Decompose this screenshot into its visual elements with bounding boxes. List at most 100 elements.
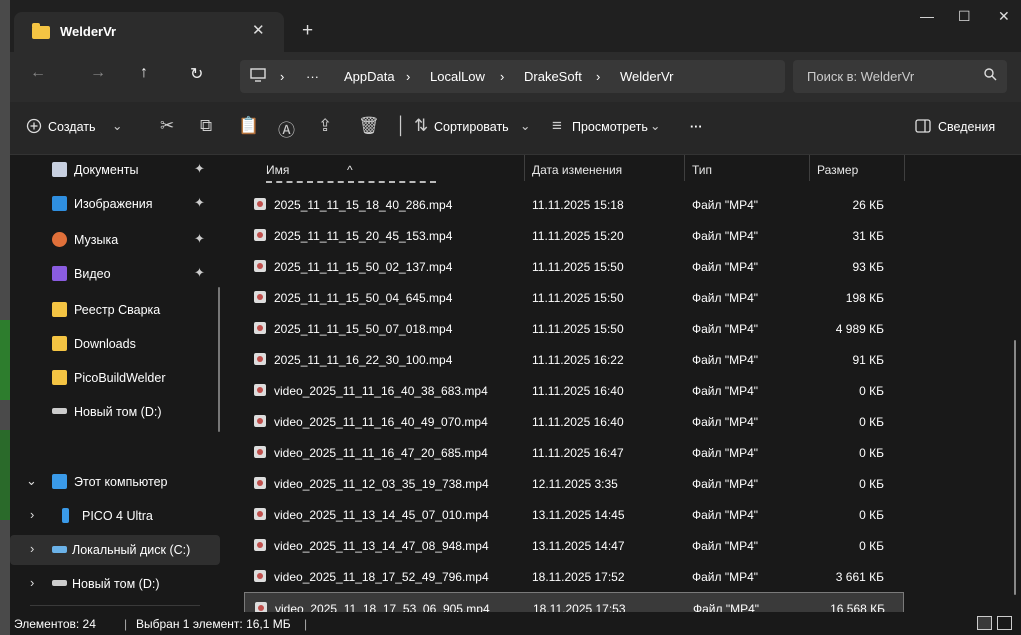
refresh-button[interactable]: ↻ (190, 64, 203, 84)
file-size: 4 989 КБ (835, 322, 884, 336)
view-button[interactable]: Просмотреть (572, 120, 648, 134)
file-date: 11.11.2025 15:50 (532, 291, 624, 305)
video-file-icon (254, 322, 266, 334)
details-view-button[interactable] (977, 616, 992, 630)
search-icon[interactable] (983, 67, 997, 84)
sort-ascending-icon: ^ (347, 163, 353, 177)
pictures-icon (52, 196, 67, 211)
search-input[interactable]: Поиск в: WelderVr (793, 60, 1007, 93)
file-row[interactable]: 2025_11_11_15_50_07_018.mp4 11.11.2025 15… (244, 313, 904, 343)
file-type: Файл "MP4" (692, 384, 759, 398)
file-row[interactable]: video_2025_11_13_14_45_07_010.mp4 13.11.2… (244, 499, 904, 529)
file-size: 0 КБ (859, 539, 884, 553)
chevron-down-icon: ⌄ (112, 119, 123, 133)
sidebar-item-music[interactable]: Музыка ✦ (10, 225, 220, 255)
pin-icon: ✦ (194, 265, 205, 280)
close-tab-button[interactable]: ✕ (252, 21, 265, 39)
file-size: 26 КБ (852, 198, 884, 212)
sidebar-item-label: Локальный диск (C:) (72, 543, 191, 557)
sidebar-item-videos[interactable]: Видео ✦ (10, 259, 220, 289)
sidebar-scrollbar[interactable] (218, 287, 220, 432)
column-header-date[interactable]: Дата изменения (532, 163, 622, 177)
tiles-view-button[interactable] (997, 616, 1012, 630)
pin-icon: ✦ (194, 161, 205, 176)
file-row[interactable]: 2025_11_11_15_20_45_153.mp4 11.11.2025 15… (244, 220, 904, 250)
breadcrumb-locallow[interactable]: LocalLow (430, 69, 485, 84)
sidebar-item-picobuildwelder[interactable]: PicoBuildWelder (10, 363, 220, 393)
delete-icon[interactable]: 🗑 (358, 116, 380, 136)
file-row[interactable]: video_2025_11_18_17_52_49_796.mp4 18.11.2… (244, 561, 904, 591)
cut-icon[interactable]: ✂ (160, 116, 174, 136)
sidebar-item-label: Видео (74, 267, 111, 281)
breadcrumb-separator: › (280, 69, 285, 84)
computer-icon (52, 474, 67, 489)
file-list-scrollbar[interactable] (1014, 340, 1016, 595)
file-row[interactable]: 2025_11_11_16_22_30_100.mp4 11.11.2025 16… (244, 344, 904, 374)
back-button[interactable]: ← (30, 64, 46, 82)
sidebar-item-this-pc[interactable]: ⌄ Этот компьютер (10, 467, 220, 497)
chevron-right-icon[interactable]: › (30, 507, 34, 522)
file-size: 0 КБ (859, 415, 884, 429)
file-date: 18.11.2025 17:52 (532, 570, 625, 584)
chevron-right-icon[interactable]: › (30, 541, 34, 556)
breadcrumb-more-button[interactable]: ··· (306, 69, 319, 84)
breadcrumb-drakesoft[interactable]: DrakeSoft (524, 69, 582, 84)
address-bar[interactable]: › ··· AppData › LocalLow › DrakeSoft › W… (240, 60, 785, 93)
forward-button[interactable]: → (90, 64, 106, 82)
file-row[interactable]: video_2025_11_11_16_40_49_070.mp4 11.11.2… (244, 406, 904, 436)
column-header-size[interactable]: Размер (817, 163, 858, 177)
details-button[interactable]: Сведения (938, 120, 995, 134)
sidebar-item-documents[interactable]: Документы ✦ (10, 155, 220, 185)
column-header-name[interactable]: Имя (266, 163, 289, 177)
file-explorer-window: WelderVr ✕ + — ☐ ✕ ← → ↑ ↻ › ··· AppData… (10, 0, 1021, 635)
file-row[interactable]: video_2025_11_11_16_47_20_685.mp4 11.11.2… (244, 437, 904, 467)
background-window-strip (0, 320, 10, 400)
sidebar-item-pico-4-ultra[interactable]: › PICO 4 Ultra (10, 501, 220, 531)
file-size: 91 КБ (852, 353, 884, 367)
sort-button[interactable]: Сортировать (434, 120, 509, 134)
minimize-button[interactable]: — (920, 8, 934, 24)
up-button[interactable]: ↑ (140, 64, 148, 82)
column-divider[interactable] (524, 155, 525, 181)
file-row[interactable]: 2025_11_11_15_50_04_645.mp4 11.11.2025 15… (244, 282, 904, 312)
share-icon[interactable]: ⇪ (318, 116, 332, 136)
create-button[interactable]: Создать (48, 120, 96, 134)
tab-weldervr[interactable]: WelderVr ✕ (14, 12, 284, 52)
file-size: 0 КБ (859, 384, 884, 398)
file-name: 2025_11_11_15_50_02_137.mp4 (274, 260, 453, 274)
column-divider[interactable] (904, 155, 905, 181)
new-tab-button[interactable]: + (302, 20, 313, 42)
sidebar-item-drive-d-tree[interactable]: › Новый том (D:) (10, 569, 220, 599)
file-date: 13.11.2025 14:47 (532, 539, 625, 553)
chevron-down-icon[interactable]: ⌄ (26, 473, 37, 489)
sidebar-item-drive-d[interactable]: Новый том (D:) (10, 397, 220, 427)
file-row[interactable]: 2025_11_11_15_50_02_137.mp4 11.11.2025 15… (244, 251, 904, 281)
video-file-icon (254, 291, 266, 303)
close-window-button[interactable]: ✕ (998, 8, 1010, 25)
file-date: 13.11.2025 14:45 (532, 508, 625, 522)
file-type: Файл "MP4" (692, 229, 759, 243)
breadcrumb-appdata[interactable]: AppData (344, 69, 395, 84)
column-divider[interactable] (809, 155, 810, 181)
column-header-type[interactable]: Тип (692, 163, 712, 177)
copy-icon[interactable]: ⧉ (200, 116, 212, 136)
rename-icon[interactable]: Ⓐ (278, 116, 295, 141)
sidebar-item-pictures[interactable]: Изображения ✦ (10, 189, 220, 219)
file-type: Файл "MP4" (692, 415, 759, 429)
file-row[interactable]: video_2025_11_11_16_40_38_683.mp4 11.11.2… (244, 375, 904, 405)
sidebar-item-reestr-svarka[interactable]: Реестр Сварка (10, 295, 220, 325)
file-type: Файл "MP4" (692, 291, 759, 305)
navigation-pane: Документы ✦ Изображения ✦ Музыка ✦ Видео… (10, 155, 220, 606)
file-row[interactable]: 2025_11_11_15_18_40_286.mp4 11.11.2025 15… (244, 189, 904, 219)
chevron-right-icon[interactable]: › (30, 575, 34, 590)
column-divider[interactable] (684, 155, 685, 181)
paste-icon[interactable]: 📋 (238, 116, 259, 136)
file-row[interactable]: video_2025_11_13_14_47_08_948.mp4 13.11.2… (244, 530, 904, 560)
sidebar-item-drive-c[interactable]: › Локальный диск (C:) (10, 535, 220, 565)
breadcrumb-weldervr[interactable]: WelderVr (620, 69, 673, 84)
more-options-button[interactable]: ··· (690, 120, 703, 134)
file-row[interactable]: video_2025_11_12_03_35_19_738.mp4 12.11.2… (244, 468, 904, 498)
sidebar-item-downloads[interactable]: Downloads (10, 329, 220, 359)
maximize-button[interactable]: ☐ (958, 8, 971, 25)
background-window-strip (0, 430, 10, 520)
